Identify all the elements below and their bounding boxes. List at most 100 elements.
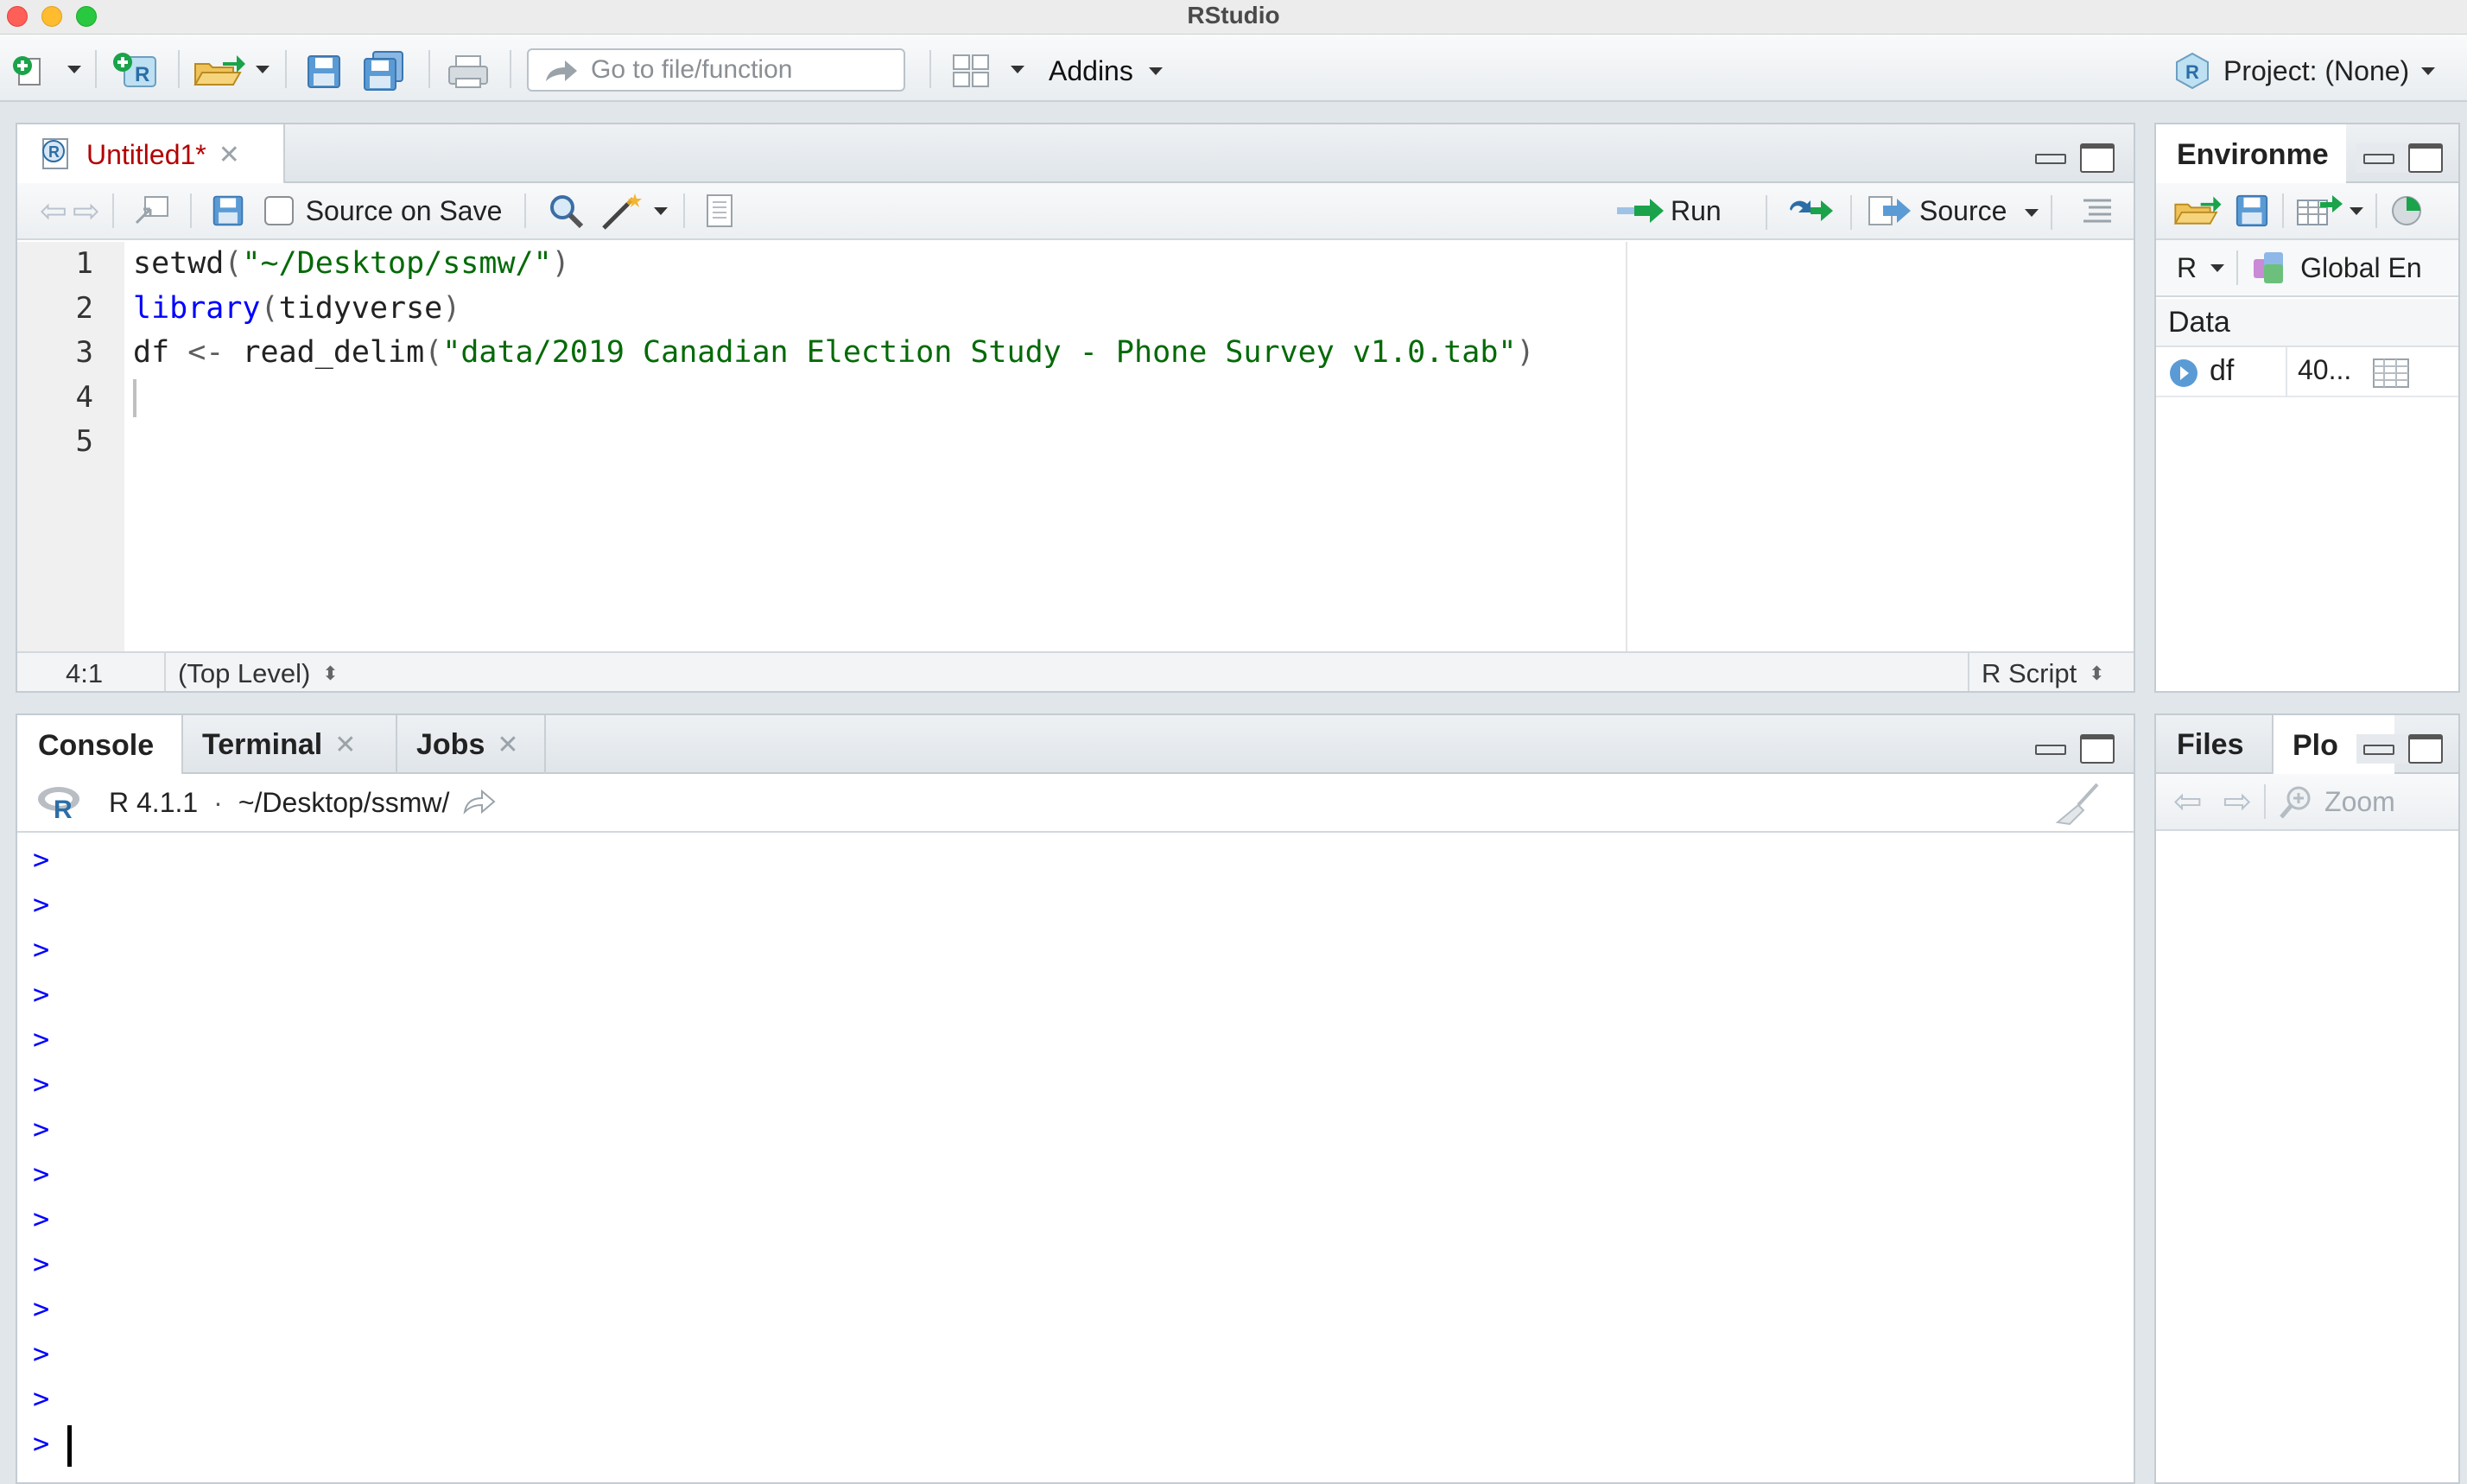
- search-icon[interactable]: [547, 192, 585, 230]
- chevron-down-icon[interactable]: [654, 206, 669, 215]
- console-prompt: >: [33, 1023, 50, 1056]
- console-output[interactable]: > > > > > > > > > > > > > >: [17, 834, 2134, 1482]
- maximize-pane-button[interactable]: [2408, 143, 2443, 173]
- chevron-down-icon: [1148, 67, 1163, 75]
- console-prompt: >: [33, 1247, 50, 1280]
- title-bar: RStudio: [0, 0, 2467, 35]
- environment-selector[interactable]: Global En: [2250, 251, 2422, 285]
- console-prompt: >: [33, 843, 50, 876]
- variable-name: df: [2210, 354, 2235, 387]
- pane-controls: [2356, 143, 2443, 173]
- console-prompt: >: [33, 1202, 50, 1235]
- maximize-pane-button[interactable]: [2080, 734, 2115, 764]
- tab-jobs[interactable]: Jobs ✕: [397, 715, 546, 774]
- new-project-button[interactable]: R: [111, 50, 162, 92]
- run-button[interactable]: Run: [1615, 193, 1722, 228]
- workspace-panes-dropdown[interactable]: [1011, 66, 1024, 73]
- source-label: Source: [1919, 194, 2007, 226]
- code-token: (: [260, 290, 279, 326]
- svg-text:R: R: [135, 63, 149, 86]
- memory-usage-icon[interactable]: [2389, 193, 2424, 228]
- goto-file-function-field[interactable]: [527, 48, 905, 92]
- line-number: 5: [75, 424, 93, 459]
- back-arrow-icon[interactable]: ⇦: [40, 192, 67, 231]
- close-tab-icon[interactable]: ✕: [219, 140, 240, 170]
- project-menu[interactable]: R Project: (None): [2173, 50, 2436, 92]
- next-plot-icon[interactable]: ⇨: [2223, 782, 2253, 821]
- open-file-button[interactable]: [192, 50, 247, 92]
- save-button[interactable]: [302, 52, 346, 92]
- editor-toolbar: ⇦ ⇨ Source on Save Run Source: [17, 183, 2134, 240]
- editor-status-bar: 4:1 (Top Level) ⬍ R Script ⬍: [17, 651, 2134, 691]
- tab-console[interactable]: Console: [17, 715, 183, 776]
- environment-label: Global En: [2300, 251, 2422, 283]
- save-workspace-icon[interactable]: [2234, 193, 2270, 229]
- close-tab-icon[interactable]: ✕: [334, 730, 356, 760]
- source-on-save-checkbox[interactable]: [263, 196, 294, 225]
- files-tabstrip: Files Plo: [2156, 715, 2458, 776]
- goto-file-input[interactable]: [591, 55, 902, 85]
- addins-menu[interactable]: Addins: [1049, 52, 1163, 90]
- document-outline-icon[interactable]: [2080, 197, 2115, 226]
- variable-value: 40...: [2298, 354, 2352, 385]
- previous-plot-icon[interactable]: ⇦: [2173, 782, 2203, 821]
- import-dataset-icon[interactable]: [2296, 193, 2344, 228]
- folder-open-icon: [193, 55, 245, 86]
- expand-row-icon[interactable]: [2168, 358, 2199, 389]
- source-tabstrip: R Untitled1* ✕: [17, 124, 2134, 185]
- forward-arrow-icon[interactable]: ⇨: [73, 192, 100, 231]
- tab-environment[interactable]: Environme: [2156, 124, 2346, 185]
- close-tab-icon[interactable]: ✕: [497, 730, 518, 760]
- tab-terminal[interactable]: Terminal ✕: [183, 715, 397, 774]
- save-all-button[interactable]: [361, 50, 409, 92]
- maximize-pane-button[interactable]: [2408, 734, 2443, 764]
- show-in-window-icon[interactable]: [133, 193, 171, 228]
- chevron-down-icon: [1011, 66, 1024, 73]
- line-number: 1: [75, 246, 93, 281]
- source-dropdown-chevron-icon[interactable]: [2025, 209, 2039, 217]
- load-workspace-icon[interactable]: [2172, 192, 2223, 230]
- maximize-pane-button[interactable]: [2080, 143, 2115, 173]
- code-editor[interactable]: setwd("~/Desktop/ssmw/") library(tidyver…: [133, 242, 1636, 655]
- console-cursor: [67, 1425, 72, 1467]
- console-prompt: >: [33, 1382, 50, 1415]
- project-label: Project: (None): [2223, 54, 2410, 86]
- line-number-gutter: 1 2 3 4 5: [17, 242, 124, 655]
- r-file-icon: R: [42, 138, 68, 169]
- chevron-down-icon[interactable]: [2350, 206, 2363, 215]
- source-pane: R Untitled1* ✕ ⇦ ⇨ Source on Save Run So…: [16, 123, 2135, 693]
- code-tools-wand-icon[interactable]: [599, 190, 647, 231]
- source-on-save-toggle[interactable]: Source on Save: [263, 195, 502, 227]
- clear-console-broom-icon[interactable]: [2054, 783, 2102, 826]
- environment-row[interactable]: df 40...: [2156, 347, 2458, 397]
- tab-label: Untitled1*: [86, 138, 206, 170]
- source-button[interactable]: Source: [1868, 193, 2007, 228]
- minimize-pane-button[interactable]: [2362, 734, 2396, 760]
- global-environment-icon: [2254, 252, 2284, 283]
- zoom-button[interactable]: Zoom: [2278, 783, 2395, 821]
- go-to-directory-icon[interactable]: [461, 790, 496, 815]
- environment-scope-bar: R Global En: [2156, 240, 2458, 297]
- file-type-selector[interactable]: R Script ⬍: [1982, 658, 2105, 689]
- minimize-pane-button[interactable]: [2033, 143, 2068, 169]
- rerun-icon[interactable]: [1786, 193, 1836, 228]
- workspace-panes-button[interactable]: [950, 52, 992, 90]
- save-icon[interactable]: [211, 193, 245, 228]
- compile-report-icon[interactable]: [702, 193, 737, 228]
- tab-untitled1[interactable]: R Untitled1* ✕: [17, 124, 285, 185]
- new-file-button[interactable]: [9, 52, 47, 90]
- open-recent-dropdown[interactable]: [256, 66, 270, 73]
- r-logo-icon: R: [38, 787, 79, 821]
- tab-files[interactable]: Files: [2156, 715, 2274, 774]
- language-selector[interactable]: R: [2177, 252, 2225, 284]
- new-file-dropdown[interactable]: [67, 66, 81, 73]
- print-button[interactable]: [444, 52, 492, 92]
- new-project-icon: R: [113, 53, 156, 87]
- minimize-pane-button[interactable]: [2362, 143, 2396, 169]
- scope-selector[interactable]: (Top Level) ⬍: [178, 658, 339, 689]
- view-table-icon[interactable]: [2372, 358, 2410, 389]
- updown-icon: ⬍: [322, 663, 339, 684]
- new-file-icon: [13, 56, 41, 86]
- scope-label: (Top Level): [178, 658, 311, 688]
- minimize-pane-button[interactable]: [2033, 734, 2068, 760]
